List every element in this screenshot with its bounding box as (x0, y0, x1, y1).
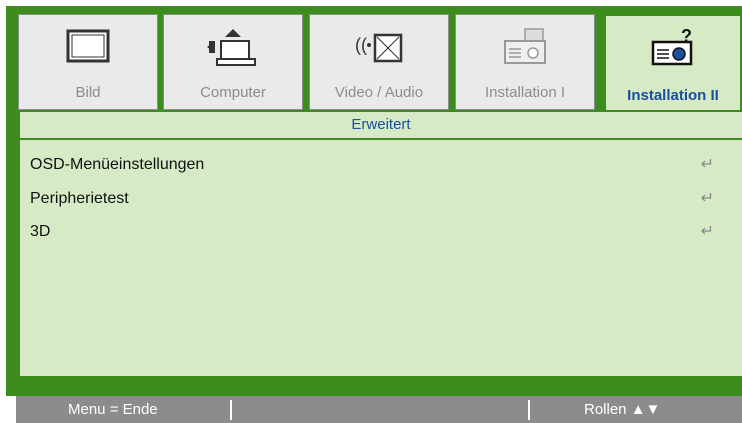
footer-divider (528, 400, 530, 420)
menu-panel: Erweitert OSD-Menüeinstellungen ↵ Periph… (18, 110, 742, 378)
menu-item-3d[interactable]: 3D ↵ (30, 219, 742, 245)
svg-text:?: ? (681, 28, 692, 46)
projector-help-icon: ? (606, 28, 740, 70)
enter-icon: ↵ (700, 190, 714, 207)
tab-label: Bild (75, 84, 101, 101)
footer-divider (230, 400, 232, 420)
tab-installation-1[interactable]: Installation I (455, 14, 595, 110)
tab-label: Computer (200, 84, 266, 101)
footer-scroll-hint: Rollen ▲▼ (584, 401, 661, 418)
tab-label: Video / Audio (334, 84, 424, 101)
section-title: Erweitert (20, 112, 742, 140)
tab-video-audio[interactable]: (( Video / Audio (309, 14, 449, 110)
menu-item-label: Peripherietest (30, 190, 129, 207)
svg-text:((: (( (355, 35, 367, 55)
tab-bild[interactable]: Bild (18, 14, 158, 110)
projector-settings-icon (456, 27, 594, 69)
tab-label: Installation II (627, 87, 719, 104)
menu-item-label: OSD-Menüeinstellungen (30, 156, 205, 173)
computer-icon (164, 27, 302, 69)
footer-menu-hint: Menu = Ende (68, 401, 158, 418)
menu-item-label: 3D (30, 223, 51, 240)
tab-installation-2[interactable]: ? Installation II (604, 14, 742, 116)
menu-item-osd-settings[interactable]: OSD-Menüeinstellungen ↵ (30, 152, 742, 178)
enter-icon: ↵ (700, 223, 714, 240)
tab-computer[interactable]: Computer (163, 14, 303, 110)
video-audio-icon: (( (310, 27, 448, 69)
monitor-icon (19, 27, 157, 69)
footer-bar: Menu = Ende Rollen ▲▼ (16, 396, 742, 423)
tab-label: Installation I (484, 84, 566, 101)
enter-icon: ↵ (700, 156, 714, 173)
menu-item-peripheral-test[interactable]: Peripherietest ↵ (30, 186, 742, 212)
